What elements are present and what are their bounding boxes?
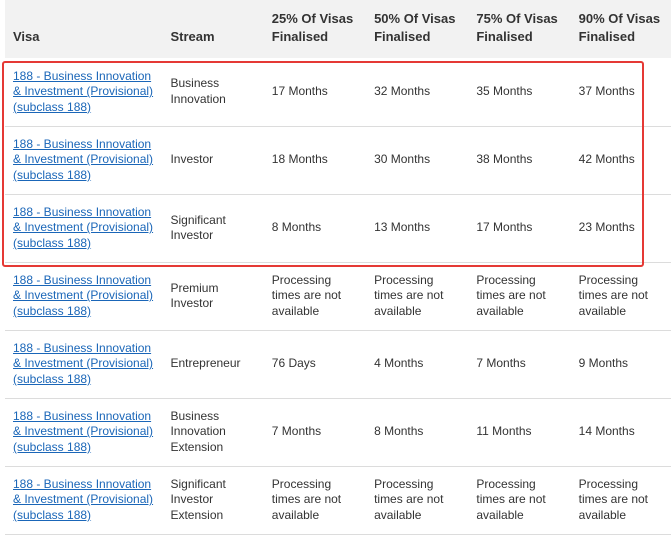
p50-cell: Processing times are not available <box>366 262 469 331</box>
table-row: 188 - Business Innovation & Investment (… <box>5 126 671 195</box>
table-row: 188 - Business Innovation & Investment (… <box>5 58 671 127</box>
table-row: 188 - Business Innovation & Investment (… <box>5 466 671 535</box>
stream-cell: Business Innovation Extension <box>162 398 264 467</box>
p90-cell: 37 Months <box>570 58 671 127</box>
table-row: 188 - Business Innovation & Investment (… <box>5 398 671 467</box>
table-header: Visa Stream 25% Of Visas Finalised 50% O… <box>5 0 671 58</box>
stream-cell: Premium Investor <box>162 262 264 331</box>
header-visa: Visa <box>5 0 163 58</box>
p75-cell: 11 Months <box>468 398 571 467</box>
p50-cell: Processing times are not available <box>366 466 469 535</box>
table-body: 188 - Business Innovation & Investment (… <box>5 58 671 535</box>
visa-link[interactable]: 188 - Business Innovation & Investment (… <box>13 69 153 114</box>
p50-cell: 30 Months <box>366 126 469 195</box>
p90-cell: Processing times are not available <box>570 466 671 535</box>
table-row: 188 - Business Innovation & Investment (… <box>5 194 671 263</box>
stream-cell: Significant Investor <box>162 194 264 263</box>
visa-cell: 188 - Business Innovation & Investment (… <box>5 194 163 263</box>
p25-cell: 76 Days <box>263 330 367 399</box>
p90-cell: Processing times are not available <box>570 262 671 331</box>
header-stream: Stream <box>162 0 264 58</box>
p50-cell: 4 Months <box>366 330 469 399</box>
p25-cell: Processing times are not available <box>263 466 367 535</box>
p25-cell: 8 Months <box>263 194 367 263</box>
header-75-percent: 75% Of Visas Finalised <box>468 0 571 58</box>
p25-cell: 18 Months <box>263 126 367 195</box>
processing-times-table: Visa Stream 25% Of Visas Finalised 50% O… <box>5 0 671 535</box>
table-row: 188 - Business Innovation & Investment (… <box>5 330 671 399</box>
p50-cell: 32 Months <box>366 58 469 127</box>
visa-cell: 188 - Business Innovation & Investment (… <box>5 126 163 195</box>
header-50-percent: 50% Of Visas Finalised <box>366 0 469 58</box>
p75-cell: 17 Months <box>468 194 571 263</box>
header-25-percent: 25% Of Visas Finalised <box>263 0 367 58</box>
visa-cell: 188 - Business Innovation & Investment (… <box>5 58 163 127</box>
stream-cell: Business Innovation <box>162 58 264 127</box>
p75-cell: 38 Months <box>468 126 571 195</box>
p50-cell: 13 Months <box>366 194 469 263</box>
visa-link[interactable]: 188 - Business Innovation & Investment (… <box>13 477 153 522</box>
visa-cell: 188 - Business Innovation & Investment (… <box>5 330 163 399</box>
table-row: 188 - Business Innovation & Investment (… <box>5 262 671 331</box>
header-90-percent: 90% Of Visas Finalised <box>570 0 671 58</box>
visa-link[interactable]: 188 - Business Innovation & Investment (… <box>13 341 153 386</box>
visa-link[interactable]: 188 - Business Innovation & Investment (… <box>13 205 153 250</box>
p75-cell: 35 Months <box>468 58 571 127</box>
p75-cell: Processing times are not available <box>468 262 571 331</box>
p50-cell: 8 Months <box>366 398 469 467</box>
processing-times-table-container: Visa Stream 25% Of Visas Finalised 50% O… <box>5 0 671 535</box>
p90-cell: 42 Months <box>570 126 671 195</box>
p90-cell: 9 Months <box>570 330 671 399</box>
p90-cell: 23 Months <box>570 194 671 263</box>
visa-link[interactable]: 188 - Business Innovation & Investment (… <box>13 137 153 182</box>
p75-cell: 7 Months <box>468 330 571 399</box>
visa-link[interactable]: 188 - Business Innovation & Investment (… <box>13 273 153 318</box>
header-row: Visa Stream 25% Of Visas Finalised 50% O… <box>5 0 671 58</box>
p25-cell: 17 Months <box>263 58 367 127</box>
p25-cell: 7 Months <box>263 398 367 467</box>
stream-cell: Investor <box>162 126 264 195</box>
p75-cell: Processing times are not available <box>468 466 571 535</box>
visa-cell: 188 - Business Innovation & Investment (… <box>5 466 163 535</box>
visa-cell: 188 - Business Innovation & Investment (… <box>5 398 163 467</box>
visa-link[interactable]: 188 - Business Innovation & Investment (… <box>13 409 153 454</box>
p90-cell: 14 Months <box>570 398 671 467</box>
visa-cell: 188 - Business Innovation & Investment (… <box>5 262 163 331</box>
stream-cell: Significant Investor Extension <box>162 466 264 535</box>
stream-cell: Entrepreneur <box>162 330 264 399</box>
p25-cell: Processing times are not available <box>263 262 367 331</box>
